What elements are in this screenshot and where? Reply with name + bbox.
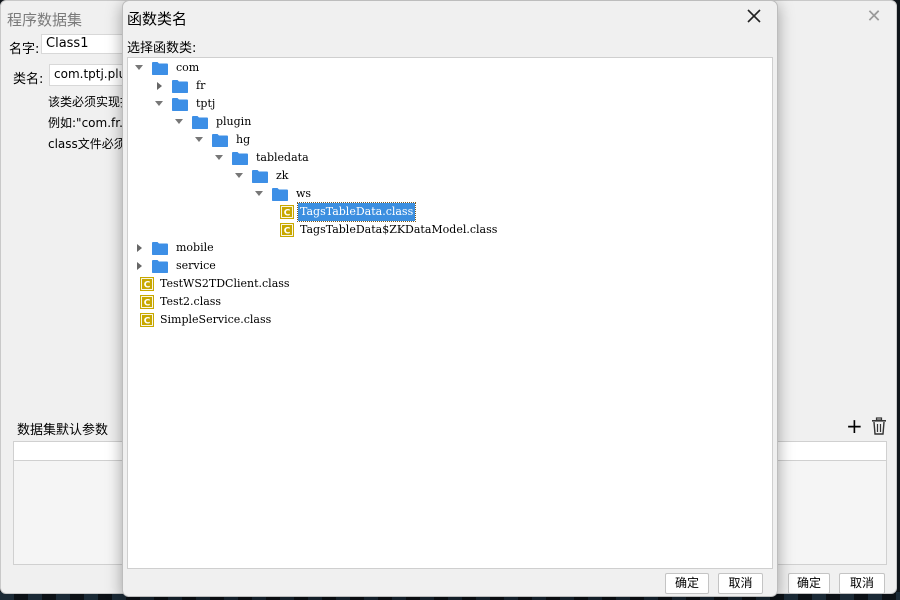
class-file-icon: C: [279, 204, 296, 220]
tree-node-label: tptj: [196, 97, 216, 110]
folder-icon: [212, 133, 228, 147]
folder-icon: [272, 187, 288, 201]
add-param-plus-icon[interactable]: +: [846, 416, 863, 436]
chevron-down-icon[interactable]: [174, 113, 184, 131]
dialog-title: 函数类名: [127, 10, 188, 28]
tree-node-label: SimpleService.class: [160, 313, 272, 326]
chevron-right-icon[interactable]: [134, 239, 144, 257]
select-class-label: 选择函数类:: [127, 41, 197, 56]
folder-icon: [172, 97, 188, 111]
chevron-right-icon[interactable]: [154, 77, 164, 95]
folder-icon: [152, 241, 168, 255]
tree-node-label: plugin: [216, 115, 252, 128]
parent-dialog-title: 程序数据集: [7, 11, 83, 29]
default-params-label: 数据集默认参数: [17, 423, 109, 438]
chevron-down-icon[interactable]: [194, 131, 204, 149]
chevron-down-icon[interactable]: [154, 95, 164, 113]
folder-icon: [232, 151, 248, 165]
tree-node-label: TagsTableData.class: [296, 202, 417, 222]
tree-node-label: service: [176, 259, 216, 272]
ok-button[interactable]: 确定: [665, 573, 709, 594]
folder-icon: [152, 259, 168, 273]
tree-node-label: mobile: [176, 241, 214, 254]
svg-text:C: C: [144, 317, 151, 327]
tree-node-label: TestWS2TDClient.class: [160, 277, 290, 290]
folder-icon: [252, 169, 268, 183]
name-label: 名字:: [9, 42, 40, 57]
class-name-label: 类名:: [13, 72, 44, 87]
parent-close-icon[interactable]: ✕: [864, 7, 884, 27]
class-file-icon: C: [139, 276, 156, 292]
hint-text-line-3: class文件必须: [48, 137, 126, 151]
class-file-icon: C: [139, 312, 156, 328]
chevron-right-icon[interactable]: [134, 257, 144, 275]
class-file-icon: C: [279, 222, 296, 238]
chevron-down-icon[interactable]: [214, 149, 224, 167]
svg-text:C: C: [284, 227, 291, 237]
parent-ok-button[interactable]: 确定: [788, 573, 830, 594]
class-tree[interactable]: com fr tptj plugin hg tabledata zk ws C TagsTable…: [127, 57, 773, 569]
svg-text:C: C: [284, 209, 291, 219]
hint-text-line-1: 该类必须实现抽: [48, 95, 133, 109]
chevron-down-icon[interactable]: [134, 59, 144, 77]
class-file-icon: C: [139, 294, 156, 310]
tree-node-label: zk: [276, 169, 289, 182]
tree-node-label: tabledata: [256, 151, 309, 164]
hint-text-line-2: 例如:"com.fr.: [48, 116, 123, 130]
tree-node-label: hg: [236, 133, 251, 146]
chevron-down-icon[interactable]: [254, 185, 264, 203]
folder-icon: [172, 79, 188, 93]
tree-node-label: ws: [296, 187, 312, 200]
folder-icon: [192, 115, 208, 129]
tree-node-label: com: [176, 61, 200, 74]
folder-icon: [152, 61, 168, 75]
chevron-down-icon[interactable]: [234, 167, 244, 185]
svg-text:C: C: [144, 281, 151, 291]
tree-node-label: fr: [196, 79, 206, 92]
cancel-button[interactable]: 取消: [718, 573, 763, 594]
svg-text:C: C: [144, 299, 151, 309]
close-icon[interactable]: [743, 5, 765, 27]
tree-node-label: TagsTableData$ZKDataModel.class: [300, 223, 498, 236]
tree-node-label: Test2.class: [160, 295, 222, 308]
select-class-dialog: 函数类名 选择函数类: com fr tptj plugin hg tabledata zk…: [122, 0, 778, 597]
parent-cancel-button[interactable]: 取消: [839, 573, 885, 594]
delete-param-trash-icon[interactable]: [871, 417, 887, 435]
